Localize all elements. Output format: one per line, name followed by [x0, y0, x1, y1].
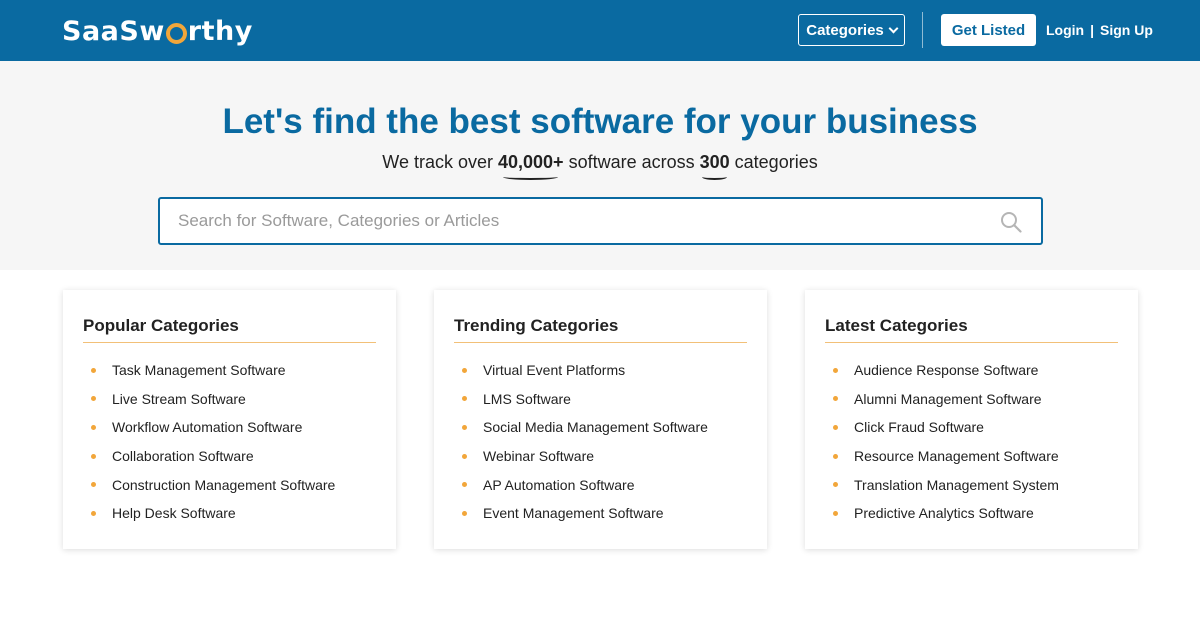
signup-link[interactable]: Sign Up [1100, 22, 1153, 38]
category-list: Task Management Software Live Stream Sof… [91, 356, 335, 528]
list-item[interactable]: AP Automation Software [462, 470, 708, 499]
list-item[interactable]: Audience Response Software [833, 356, 1059, 385]
list-item-label: Click Fraud Software [854, 419, 984, 436]
card-title: Popular Categories [83, 316, 239, 335]
logo-text-start: SaaSw [62, 15, 165, 47]
list-item[interactable]: Construction Management Software [91, 470, 335, 499]
list-item-label: Predictive Analytics Software [854, 505, 1034, 522]
swoosh-underline [702, 174, 728, 180]
category-count: 300 [699, 152, 730, 180]
search-input[interactable] [178, 209, 978, 233]
hero-subtitle: We track over 40,000+ software across 30… [0, 152, 1200, 180]
hero-section: Let's find the best software for your bu… [0, 61, 1200, 270]
bullet-dot-icon [833, 424, 838, 430]
bullet-dot-icon [462, 482, 467, 488]
software-count: 40,000+ [497, 152, 564, 180]
get-listed-button[interactable]: Get Listed [941, 14, 1036, 46]
subtitle-middle: software across [563, 152, 700, 172]
list-item[interactable]: Workflow Automation Software [91, 413, 335, 442]
category-list: Audience Response Software Alumni Manage… [833, 356, 1059, 528]
list-item-label: Construction Management Software [112, 476, 336, 493]
category-count-value: 300 [699, 152, 730, 172]
auth-separator: | [1090, 22, 1095, 38]
list-item-label: Resource Management Software [854, 448, 1059, 465]
search-box [158, 197, 1043, 245]
list-item[interactable]: LMS Software [462, 385, 708, 414]
trending-categories-card: Trending Categories Virtual Event Platfo… [434, 290, 767, 549]
latest-categories-card: Latest Categories Audience Response Soft… [805, 290, 1138, 549]
list-item[interactable]: Predictive Analytics Software [833, 499, 1059, 528]
bullet-dot-icon [91, 510, 96, 516]
bullet-dot-icon [833, 482, 838, 488]
list-item[interactable]: Social Media Management Software [462, 413, 708, 442]
list-item-label: Event Management Software [483, 505, 664, 522]
list-item[interactable]: Event Management Software [462, 499, 708, 528]
list-item[interactable]: Webinar Software [462, 442, 708, 471]
bullet-dot-icon [91, 367, 96, 373]
list-item[interactable]: Collaboration Software [91, 442, 335, 471]
chevron-down-icon [888, 23, 899, 33]
card-title-underline [83, 342, 376, 343]
list-item[interactable]: Live Stream Software [91, 385, 335, 414]
bullet-dot-icon [462, 396, 467, 402]
bullet-dot-icon [91, 482, 96, 488]
bullet-dot-icon [833, 367, 838, 373]
popular-categories-card: Popular Categories Task Management Softw… [63, 290, 396, 549]
list-item[interactable]: Task Management Software [91, 356, 335, 385]
nav-divider [922, 12, 923, 48]
list-item-label: Help Desk Software [112, 505, 236, 522]
bullet-dot-icon [91, 453, 96, 459]
list-item[interactable]: Alumni Management Software [833, 385, 1059, 414]
bullet-dot-icon [462, 453, 467, 459]
list-item[interactable]: Translation Management System [833, 470, 1059, 499]
bullet-dot-icon [91, 396, 96, 402]
logo-text-end: rthy [187, 15, 253, 47]
subtitle-prefix: We track over [382, 152, 498, 172]
software-count-value: 40,000+ [497, 152, 564, 172]
bullet-dot-icon [833, 510, 838, 516]
card-title: Latest Categories [825, 316, 968, 335]
hero-title: Let's find the best software for your bu… [222, 102, 978, 141]
auth-links: Login | Sign Up [1046, 14, 1153, 46]
top-navigation-bar: SaaSw rthy Categories Get Listed Login | … [0, 0, 1200, 61]
bullet-dot-icon [91, 424, 96, 430]
categories-dropdown-button[interactable]: Categories [798, 14, 905, 46]
bullet-dot-icon [833, 453, 838, 459]
list-item-label: Live Stream Software [112, 390, 246, 407]
list-item-label: LMS Software [483, 390, 571, 407]
list-item[interactable]: Virtual Event Platforms [462, 356, 708, 385]
subtitle-suffix: categories [729, 152, 818, 172]
list-item-label: Workflow Automation Software [112, 419, 303, 436]
categories-button-label: Categories [806, 21, 884, 39]
search-icon[interactable] [999, 210, 1023, 234]
bullet-dot-icon [462, 424, 467, 430]
bullet-dot-icon [462, 510, 467, 516]
list-item[interactable]: Click Fraud Software [833, 413, 1059, 442]
list-item-label: Webinar Software [483, 448, 595, 465]
category-list: Virtual Event Platforms LMS Software Soc… [462, 356, 708, 528]
swoosh-underline [503, 174, 559, 180]
saasworthy-logo[interactable]: SaaSw rthy [62, 14, 253, 48]
login-link[interactable]: Login [1046, 22, 1084, 38]
list-item-label: Social Media Management Software [483, 419, 708, 436]
list-item-label: Audience Response Software [854, 362, 1039, 379]
card-title-underline [454, 342, 747, 343]
list-item-label: Task Management Software [112, 362, 286, 379]
list-item-label: AP Automation Software [483, 476, 635, 493]
list-item-label: Virtual Event Platforms [483, 362, 626, 379]
list-item-label: Collaboration Software [112, 448, 254, 465]
list-item-label: Translation Management System [854, 476, 1059, 493]
list-item[interactable]: Help Desk Software [91, 499, 335, 528]
bullet-dot-icon [462, 367, 467, 373]
card-title-underline [825, 342, 1118, 343]
bullet-dot-icon [833, 396, 838, 402]
list-item-label: Alumni Management Software [854, 390, 1042, 407]
list-item[interactable]: Resource Management Software [833, 442, 1059, 471]
card-title: Trending Categories [454, 316, 619, 335]
logo-ring-icon [165, 23, 187, 44]
